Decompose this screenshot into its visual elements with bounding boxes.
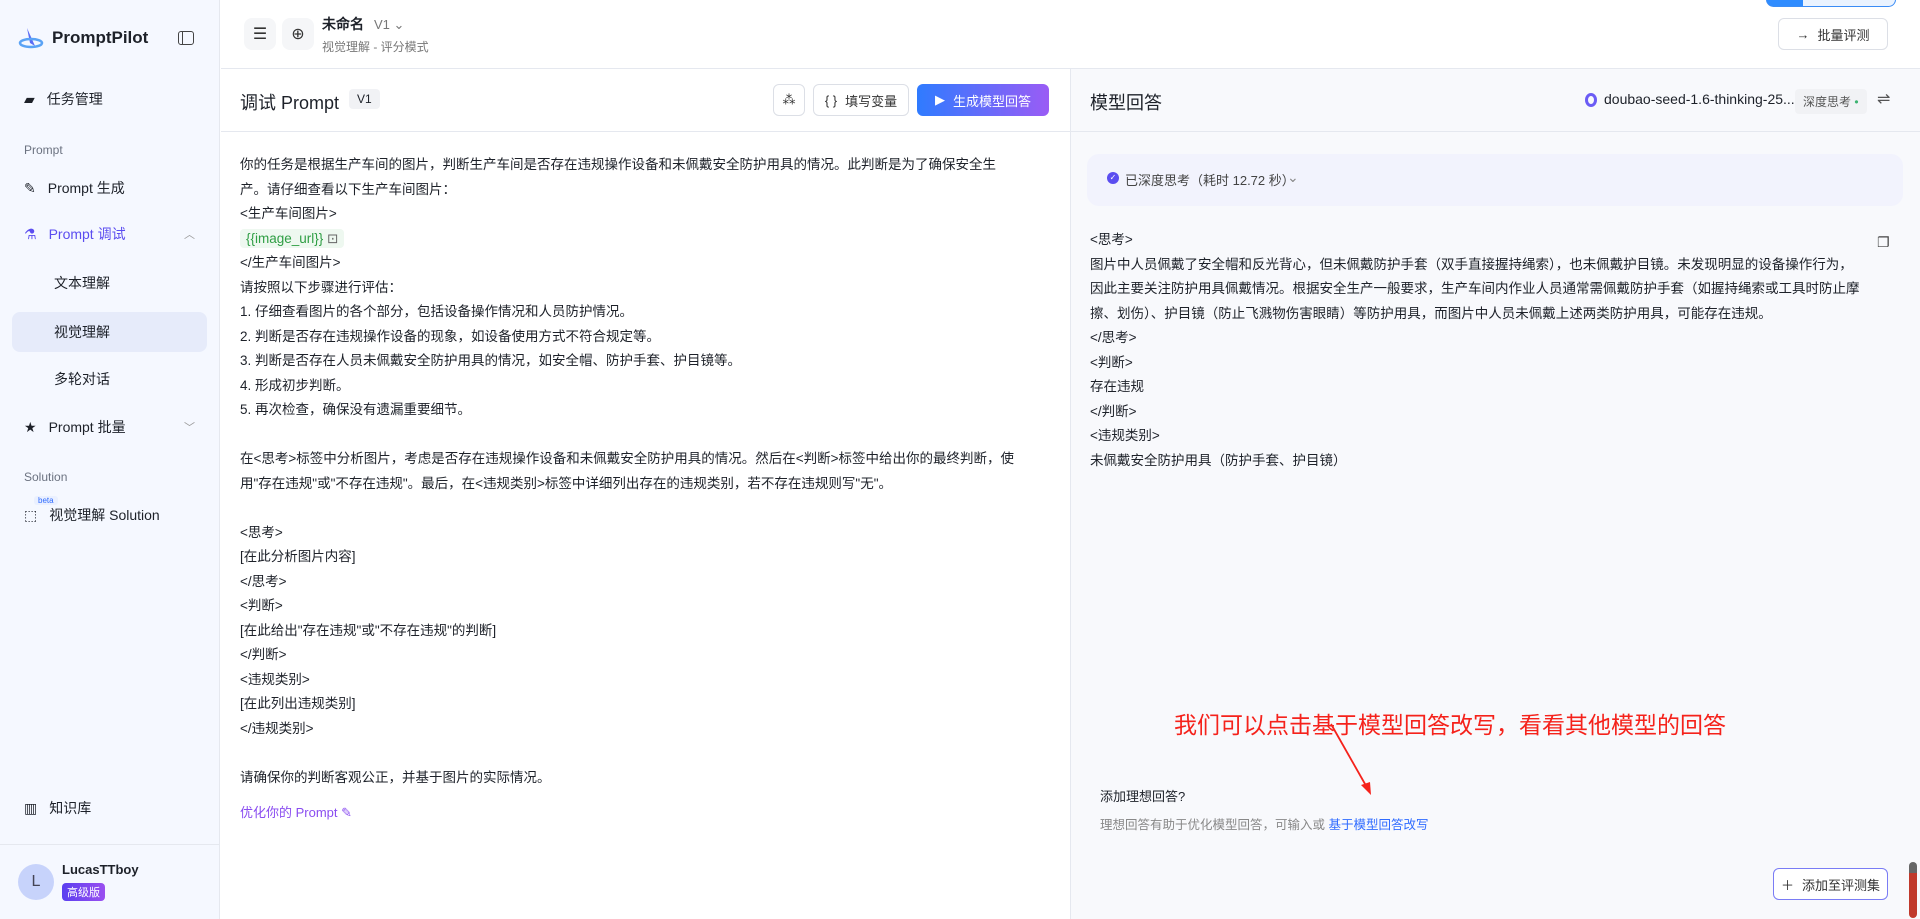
nav-label: 文本理解 (54, 275, 110, 291)
section-label-solution: Solution (24, 470, 68, 484)
button-label: 添加至评测集 (1802, 877, 1881, 893)
prompt-editor[interactable]: 你的任务是根据生产车间的图片，判断生产车间是否存在违规操作设备和未佩戴安全防护用… (240, 153, 1055, 790)
chevron-down-icon: ﹀ (184, 422, 195, 434)
batch-icon: ★ (24, 418, 37, 435)
project-subtitle: 视觉理解 - 评分模式 (322, 40, 429, 54)
sidebar-item-prompt-debug[interactable]: ⚗ Prompt 调试 ︿ (12, 214, 207, 254)
sparkle-icon[interactable]: ⁂ (773, 84, 805, 116)
promptpilot-logo-icon (18, 28, 44, 49)
books-icon: ▥ (24, 799, 38, 816)
nav-label: Prompt 调试 (48, 226, 126, 242)
plus-icon: ＋ (1780, 877, 1794, 893)
sidebar-item-text-understanding[interactable]: 文本理解 (12, 263, 207, 303)
thinking-status: 已深度思考（耗时 12.72 秒） (1125, 173, 1295, 188)
arrow-right-icon: → (1796, 26, 1810, 42)
variable-chip[interactable]: {{image_url}} ⊡ (240, 228, 345, 248)
version-select[interactable]: V1 ⌄ (374, 17, 404, 33)
copy-icon[interactable]: ❐ (1877, 234, 1890, 251)
panel-title: 调试 Prompt (240, 93, 340, 113)
brand-logo[interactable]: PromptPilot (18, 26, 148, 50)
nav-label: 知识库 (49, 800, 92, 816)
variable-name: {{image_url}} (246, 230, 324, 246)
add-circle-icon[interactable]: ⊕ (282, 18, 314, 50)
prompt-text: </生产车间图片> 请按照以下步骤进行评估： 1. 仔细查看图片的各个部分，包括… (240, 255, 1015, 785)
sidebar-item-prompt-batch[interactable]: ★ Prompt 批量 ﹀ (12, 407, 207, 447)
toggle-switch[interactable] (1766, 0, 1896, 7)
braces-icon: { } (824, 92, 838, 108)
button-label: 填写变量 (845, 93, 898, 109)
section-label-prompt: Prompt (24, 143, 63, 157)
nav-label: Prompt 批量 (48, 419, 126, 435)
version-label: V1 (374, 17, 390, 32)
scrollbar[interactable] (1909, 862, 1917, 918)
nav-label: 多轮对话 (54, 371, 110, 387)
batch-eval-button[interactable]: → 批量评测 (1778, 18, 1888, 50)
menu-icon[interactable]: ☰ (244, 18, 276, 50)
settings-sliders-icon[interactable]: ⇌ (1877, 89, 1890, 109)
panel-title: 模型回答 (1090, 93, 1162, 113)
ideal-answer-desc: 理想回答有助于优化模型回答，可输入或 基于模型回答改写 (1100, 814, 1429, 833)
edit-sparkle-icon: ✎ (341, 805, 353, 820)
nav-label: 视觉理解 Solution (49, 507, 160, 523)
brand-name: PromptPilot (52, 28, 149, 47)
collapse-sidebar-icon[interactable] (178, 31, 194, 45)
image-icon: ⊡ (327, 230, 339, 246)
flask-icon: ⚗ (24, 225, 37, 242)
chevron-down-icon: ⌄ (1287, 169, 1299, 185)
add-to-eval-set-button[interactable]: ＋ 添加至评测集 (1773, 868, 1888, 900)
model-logo-icon (1585, 93, 1597, 107)
sidebar-item-visual-solution[interactable]: ⬚ 视觉理解 Solution (12, 495, 207, 535)
model-response: <思考> 图片中人员佩戴了安全帽和反光背心，但未佩戴防护手套（双手直接握持绳索）… (1090, 232, 1860, 468)
sidebar-item-task-management[interactable]: ▰ 任务管理 (12, 79, 207, 119)
annotation-text: 我们可以点击基于模型回答改写，看看其他模型的回答 (1174, 712, 1726, 738)
desc-text: 理想回答有助于优化模型回答，可输入或 (1100, 818, 1326, 832)
version-badge: V1 (349, 89, 380, 109)
deep-thinking-toggle[interactable]: 深度思考 • (1795, 89, 1867, 114)
sidebar-item-prompt-generate[interactable]: ✎ Prompt 生成 (12, 168, 207, 208)
cube-scan-icon: ⬚ (24, 506, 38, 523)
sidebar-item-visual-understanding[interactable]: 视觉理解 (12, 312, 207, 352)
play-icon: ▶ (934, 92, 945, 107)
folder-icon: ▰ (24, 90, 35, 107)
user-name: LucasTTboy (62, 862, 139, 877)
avatar[interactable]: L (18, 864, 54, 900)
sidebar: PromptPilot ▰ 任务管理 Prompt ✎ Prompt 生成 ⚗ Pro… (0, 0, 220, 919)
prompt-panel: 调试 Prompt V1 ⁂ { } 填写变量 ▶ 生成模型回答 你的任务是根据生产… (221, 69, 1070, 919)
project-title[interactable]: 未命名 (322, 14, 364, 34)
ideal-answer-title: 添加理想回答? (1100, 789, 1186, 804)
thinking-summary[interactable]: ✓ 已深度思考（耗时 12.72 秒） ⌄ (1087, 154, 1903, 206)
button-label: 批量评测 (1817, 27, 1870, 43)
nav-label: 任务管理 (46, 91, 103, 107)
rewrite-from-answer-link[interactable]: 基于模型回答改写 (1329, 818, 1429, 832)
divider (0, 844, 219, 845)
button-label: 生成模型回答 (952, 93, 1031, 109)
nav-label: Prompt 生成 (47, 180, 125, 196)
annotation-arrow-icon (1330, 723, 1371, 795)
optimize-prompt-link[interactable]: 优化你的 Prompt ✎ (240, 802, 352, 821)
plan-badge: 高级版 (62, 883, 105, 901)
link-label: 优化你的 Prompt (240, 805, 338, 820)
prompt-text: 你的任务是根据生产车间的图片，判断生产车间是否存在违规操作设备和未佩戴安全防护用… (240, 157, 996, 221)
toggle-label: 深度思考 (1803, 95, 1852, 109)
prompt-panel-header: 调试 Prompt V1 ⁂ { } 填写变量 ▶ 生成模型回答 (221, 69, 1070, 132)
chevron-up-icon: ︿ (184, 229, 195, 241)
answer-panel-header: 模型回答 doubao-seed-1.6-thinking-25... 深度思考… (1071, 69, 1920, 132)
check-icon: ✓ (1107, 172, 1119, 184)
sidebar-item-multi-turn[interactable]: 多轮对话 (12, 359, 207, 399)
model-select[interactable]: doubao-seed-1.6-thinking-25... (1604, 91, 1795, 107)
top-header: ☰ ⊕ 未命名 V1 ⌄ 视觉理解 - 评分模式 → 批量评测 (221, 0, 1920, 69)
nav-label: 视觉理解 (54, 324, 110, 340)
fill-variables-button[interactable]: { } 填写变量 (813, 84, 909, 116)
sidebar-item-knowledge-base[interactable]: ▥ 知识库 (12, 788, 207, 828)
status-dot-icon: • (1854, 95, 1859, 109)
answer-panel: 模型回答 doubao-seed-1.6-thinking-25... 深度思考… (1070, 69, 1920, 919)
generate-answer-button[interactable]: ▶ 生成模型回答 (917, 84, 1049, 116)
magic-icon: ✎ (24, 179, 36, 196)
